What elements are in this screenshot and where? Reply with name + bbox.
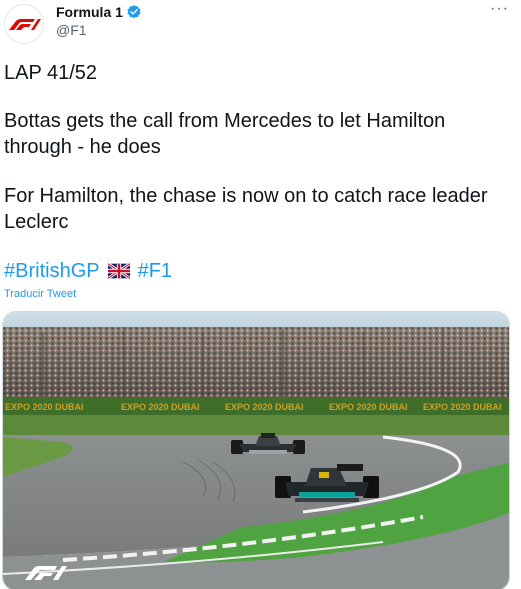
uk-flag-icon <box>107 263 130 279</box>
tweet-paragraph-2: For Hamilton, the chase is now on to cat… <box>4 183 514 235</box>
verified-badge-icon <box>127 5 141 19</box>
translate-tweet-link[interactable]: Traducir Tweet <box>4 288 76 300</box>
f1-logo-icon <box>9 19 41 30</box>
tweet-paragraph-1-line-1: Bottas gets the call from Mercedes to le… <box>4 110 446 132</box>
tweet-paragraph-1-line-2: through - he does <box>4 136 161 158</box>
tweet-paragraph-2-line-2: Leclerc <box>4 211 69 233</box>
tweet-lap-line: LAP 41/52 <box>4 62 98 84</box>
hashtag-britishgp[interactable]: #BritishGP <box>4 258 100 284</box>
avatar[interactable] <box>4 4 44 44</box>
svg-text:EXPO 2020 DUBAI: EXPO 2020 DUBAI <box>5 402 84 412</box>
race-scene-image: EXPO 2020 DUBAI EXPO 2020 DUBAI EXPO 202… <box>3 312 509 589</box>
tweet: Formula 1 @F1 ··· LAP 41/52 Bottas gets … <box>0 0 521 589</box>
author-handle[interactable]: @F1 <box>56 22 87 38</box>
author-name[interactable]: Formula 1 <box>56 4 142 20</box>
tweet-paragraph-2-line-1: For Hamilton, the chase is now on to cat… <box>4 185 488 207</box>
more-options-icon[interactable]: ··· <box>490 0 509 18</box>
svg-text:EXPO 2020 DUBAI: EXPO 2020 DUBAI <box>329 402 408 412</box>
tweet-paragraph-1: Bottas gets the call from Mercedes to le… <box>4 108 514 160</box>
hashtags: #BritishGP #F1 <box>4 258 172 284</box>
svg-text:EXPO 2020 DUBAI: EXPO 2020 DUBAI <box>121 402 200 412</box>
svg-text:EXPO 2020 DUBAI: EXPO 2020 DUBAI <box>225 402 304 412</box>
svg-text:EXPO 2020 DUBAI: EXPO 2020 DUBAI <box>423 402 502 412</box>
author-name-text: Formula 1 <box>56 4 123 20</box>
hashtag-f1[interactable]: #F1 <box>138 258 172 284</box>
tweet-media-image[interactable]: EXPO 2020 DUBAI EXPO 2020 DUBAI EXPO 202… <box>2 311 510 589</box>
